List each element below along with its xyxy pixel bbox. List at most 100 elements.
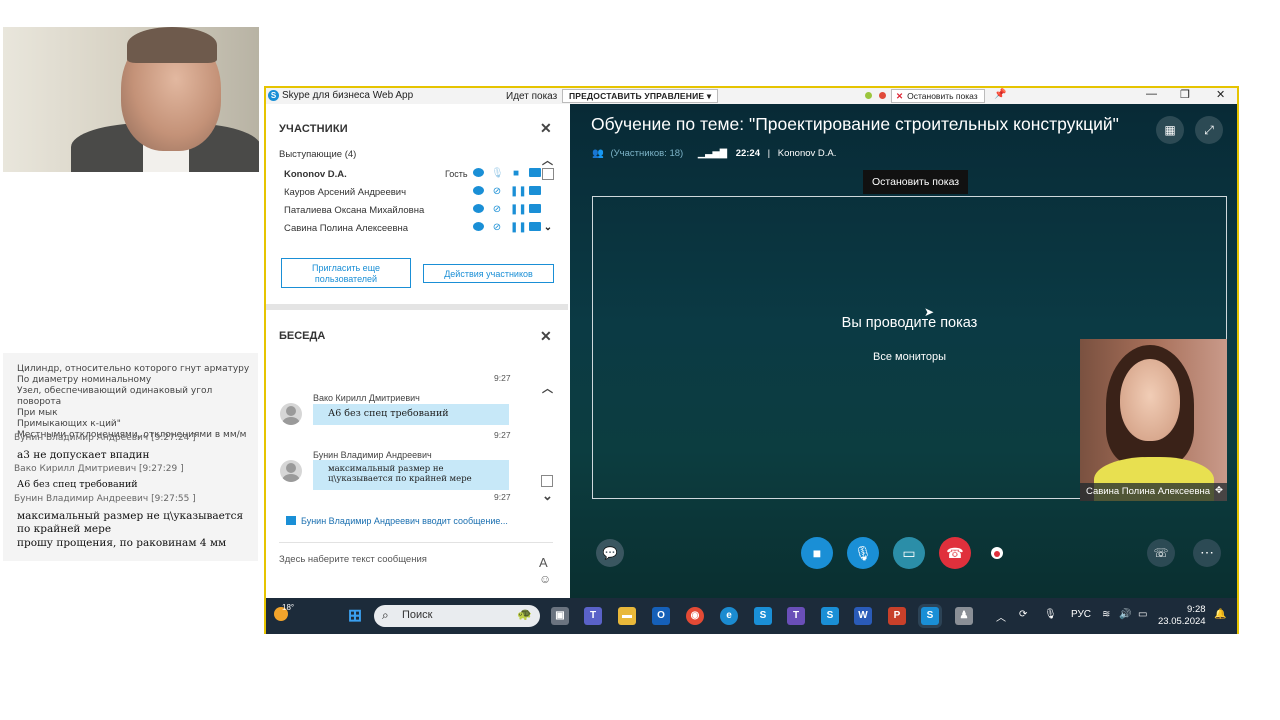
chat-entry-meta: Бунин Владимир Андреевич [9:27:24 ]	[14, 433, 196, 443]
clock-date: 23.05.2024	[1158, 616, 1206, 627]
message-time: 9:27	[494, 492, 511, 502]
skype-icon[interactable]: S	[754, 607, 772, 625]
teams-classic-icon[interactable]: T	[787, 607, 805, 625]
participant-row[interactable]: Савина Полина Алексеевна ⊘ ❚❚ ⌄	[284, 221, 554, 237]
more-options-button[interactable]: ⋯	[1193, 539, 1221, 567]
chat-icon	[472, 222, 484, 234]
sync-icon[interactable]: ⟳	[1019, 609, 1027, 620]
divider	[279, 542, 553, 543]
participants-count[interactable]: (Участников: 18)	[610, 148, 683, 159]
wifi-icon[interactable]: ≋	[1102, 609, 1110, 620]
chevron-up-icon[interactable]: ︿	[542, 152, 553, 168]
chat-toggle-button[interactable]: 💬	[596, 539, 624, 567]
outlook-icon[interactable]: O	[652, 607, 670, 625]
stop-showing-button[interactable]: ✕ Остановить показ	[891, 89, 985, 103]
select-checkbox[interactable]	[542, 168, 554, 180]
camera-button[interactable]: ■	[801, 537, 833, 569]
guest-label: Гость	[445, 169, 468, 179]
status-green-icon	[865, 92, 872, 99]
give-control-button[interactable]: ПРЕДОСТАВИТЬ УПРАВЛЕНИЕ ▾	[562, 89, 719, 103]
invite-users-button[interactable]: Пригласить еще пользователей	[281, 258, 411, 288]
participant-actions-button[interactable]: Действия участников	[423, 264, 554, 283]
record-button[interactable]	[991, 547, 1003, 559]
minimize-button[interactable]: —	[1146, 88, 1157, 100]
participant-row[interactable]: Кауров Арсений Андреевич ⊘ ❚❚	[284, 185, 554, 201]
file-explorer-icon[interactable]: ▬	[618, 607, 636, 625]
conversation-panel: БЕСЕДА ✕ 9:27 ︿ Вако Кирилл Дмитриевич А…	[266, 310, 568, 598]
taskbar-clock[interactable]: 9:28 23.05.2024	[1158, 604, 1206, 628]
showing-label: Идет показ	[506, 91, 558, 102]
meeting-organizer: Kononov D.A.	[777, 148, 837, 159]
emoji-icon[interactable]: ☺	[539, 572, 551, 586]
chat-entry-text: прошу прощения, по раковинам 4 мм	[17, 537, 227, 549]
close-conversation-icon[interactable]: ✕	[540, 328, 552, 345]
fullscreen-icon[interactable]: ⤢	[1195, 116, 1223, 144]
note-line: Узел, обеспечивающий одинаковый угол пов…	[17, 386, 213, 407]
battery-icon[interactable]: ▭	[1138, 609, 1147, 620]
video-icon: ■	[512, 168, 520, 179]
message-bubble: А6 без спец требований	[313, 404, 509, 425]
skype-active-icon[interactable]: S	[921, 607, 939, 625]
word-icon[interactable]: W	[854, 607, 872, 625]
skype-business-icon[interactable]: S	[821, 607, 839, 625]
select-checkbox[interactable]	[541, 475, 553, 487]
layout-icon[interactable]: ▦	[1156, 116, 1184, 144]
chevron-down-icon[interactable]: ⌄	[542, 488, 553, 504]
close-participants-icon[interactable]: ✕	[540, 120, 552, 137]
chevron-down-icon[interactable]: ⌄	[542, 222, 554, 234]
presenters-group[interactable]: Выступающие (4)	[279, 149, 356, 160]
close-window-button[interactable]: ✕	[1216, 88, 1225, 101]
notifications-icon[interactable]: 🔔	[1214, 609, 1226, 620]
participants-panel: УЧАСТНИКИ ✕ Выступающие (4) ︿ Kononov D.…	[266, 104, 568, 304]
chat-entry-meta: Бунин Владимир Андреевич [9:27:55 ]	[14, 494, 196, 504]
pin-icon[interactable]: 📌	[994, 89, 1006, 100]
chat-icon	[472, 204, 484, 216]
task-view-icon[interactable]: ▣	[551, 607, 569, 625]
close-icon: ✕	[896, 91, 904, 101]
mouse-cursor-icon: ➤	[924, 305, 935, 319]
call-control-button[interactable]: ☏	[1147, 539, 1175, 567]
screen-share-icon	[529, 222, 541, 234]
restore-button[interactable]: ❐	[1180, 88, 1190, 101]
search-icon: ⌕	[382, 608, 389, 622]
microphone-tray-icon[interactable]: 🎙	[1044, 609, 1057, 620]
app-icon[interactable]: ♟	[955, 607, 973, 625]
signal-icon: ▁▃▅▇	[697, 148, 728, 159]
chat-icon	[472, 186, 484, 198]
move-icon[interactable]: ✥	[1215, 485, 1223, 496]
language-indicator[interactable]: РУС	[1071, 609, 1091, 620]
message-input[interactable]: Здесь наберите текст сообщения	[279, 554, 427, 565]
font-format-icon[interactable]: A	[539, 555, 548, 570]
chevron-up-icon[interactable]: ︿	[542, 380, 553, 396]
microphone-button[interactable]: 🎙	[847, 537, 879, 569]
muted-microphone-icon: ⊘	[492, 222, 502, 233]
participants-icon: 👥	[592, 148, 604, 159]
message-author: Вако Кирилл Дмитриевич	[313, 393, 420, 403]
tray-chevron-up-icon[interactable]: ︿	[996, 609, 1006, 624]
windows-start-icon[interactable]: ⊞	[346, 607, 364, 625]
volume-icon[interactable]: 🔊	[1119, 609, 1131, 620]
meeting-meta: 👥 (Участников: 18) ▁▃▅▇ 22:24 | Kononov …	[592, 148, 837, 159]
participant-name: Kononov D.A.	[284, 169, 347, 180]
participant-name: Кауров Арсений Андреевич	[284, 187, 407, 198]
temperature: 18°	[282, 603, 295, 612]
end-call-button[interactable]: ☎	[939, 537, 971, 569]
participants-header: УЧАСТНИКИ	[279, 123, 348, 135]
present-screen-button[interactable]: ▭	[893, 537, 925, 569]
participant-row[interactable]: Kononov D.A. Гость 🎙 ■	[284, 167, 554, 183]
participant-video[interactable]: Савина Полина Алексеевна ✥	[1080, 339, 1227, 501]
teams-icon[interactable]: T	[584, 607, 602, 625]
clock-time: 9:28	[1187, 604, 1206, 615]
window-title: Skype для бизнеса Web App	[282, 90, 414, 101]
screen-share-icon	[529, 168, 541, 180]
screen-share-icon	[529, 204, 541, 216]
message-time: 9:27	[494, 430, 511, 440]
chat-icon	[472, 168, 484, 180]
chrome-icon[interactable]: ◉	[686, 607, 704, 625]
note-line: При мык	[17, 408, 58, 418]
participant-row[interactable]: Паталиева Оксана Михайловна ⊘ ❚❚	[284, 203, 554, 219]
edge-icon[interactable]: e	[720, 607, 738, 625]
search-box[interactable]: ⌕ Поиск 🐢	[374, 605, 540, 627]
skype-icon: S	[268, 90, 279, 101]
powerpoint-icon[interactable]: P	[888, 607, 906, 625]
